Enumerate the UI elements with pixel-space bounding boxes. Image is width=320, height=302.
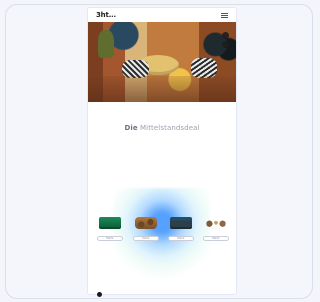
menu-icon[interactable]	[221, 13, 228, 18]
product-card-chairs[interactable]: Mehr	[202, 217, 230, 247]
top-bar: 3ht...	[88, 8, 236, 22]
hero-control-dot-1[interactable]	[222, 32, 229, 39]
product-card-green-sofa[interactable]: Mehr	[96, 217, 124, 247]
green-sofa-image	[99, 217, 121, 229]
plant-decor	[98, 30, 114, 58]
product-card-bed[interactable]: Mehr	[167, 217, 195, 247]
footer-dot	[97, 292, 102, 297]
hero-controls[interactable]	[221, 32, 231, 54]
bed-button[interactable]: Mehr	[168, 236, 194, 241]
mobile-page-preview: 3ht... Die Mittelstandsdeal Mehr Mehr Me…	[88, 8, 236, 294]
green-sofa-button[interactable]: Mehr	[97, 236, 123, 241]
hero-image	[88, 22, 236, 102]
bed-image	[170, 217, 192, 229]
headline-prefix: Die	[124, 124, 138, 132]
chairs-button[interactable]: Mehr	[203, 236, 229, 241]
hero-control-dot-2[interactable]	[222, 41, 229, 48]
right-armchair	[191, 58, 217, 78]
section-headline: Die Mittelstandsdeal	[88, 124, 236, 132]
wood-table-button[interactable]: Mehr	[133, 236, 159, 241]
bottom-fade	[88, 282, 236, 294]
wood-table-image	[135, 217, 157, 229]
chairs-image	[205, 217, 227, 229]
hero-floor-shadow	[88, 76, 236, 102]
brand-logo[interactable]: 3ht...	[96, 11, 116, 19]
product-row: Mehr Mehr Mehr Mehr	[96, 217, 230, 247]
headline-suffix: Mittelstandsdeal	[140, 124, 200, 132]
product-card-wood-table[interactable]: Mehr	[132, 217, 160, 247]
